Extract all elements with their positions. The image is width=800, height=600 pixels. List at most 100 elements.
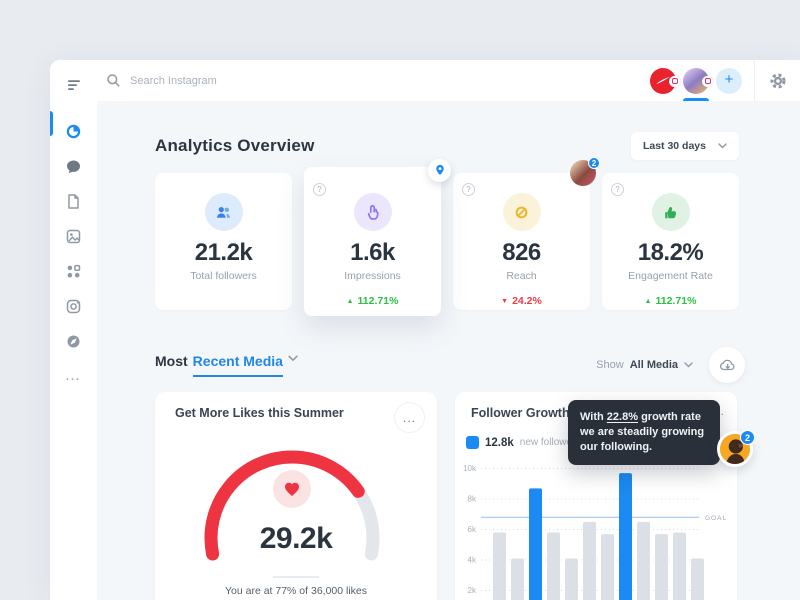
svg-text:2k: 2k	[468, 586, 477, 595]
divider	[273, 576, 319, 578]
media-selector: Most Recent Media	[155, 353, 298, 377]
sidebar-item-more[interactable]: ...	[50, 359, 97, 394]
cloud-download-icon	[719, 358, 736, 372]
sidebar-item-explore[interactable]	[50, 324, 97, 359]
sidebar-item-posts[interactable]	[50, 184, 97, 219]
help-icon[interactable]: ?	[462, 183, 475, 196]
instagram-badge-icon	[669, 76, 680, 87]
account-avatar-profile[interactable]	[683, 68, 709, 94]
media-filter-select[interactable]: All Media	[630, 359, 678, 371]
notification-count-badge: 2	[740, 430, 755, 445]
follower-avatar[interactable]: 2	[717, 431, 753, 467]
help-icon[interactable]: ?	[313, 183, 326, 196]
hamburger-icon	[66, 77, 82, 93]
sidebar-item-comments[interactable]	[50, 149, 97, 184]
grid-icon	[65, 263, 82, 280]
sidebar-item-analytics[interactable]	[50, 114, 97, 149]
stat-label: Reach	[453, 270, 590, 282]
content-area: Analytics Overview Last 30 days	[97, 101, 800, 600]
likes-card-title: Get More Likes this Summer	[175, 406, 344, 420]
followers-icon	[205, 193, 243, 231]
bar-6	[601, 534, 614, 600]
stat-delta: ▲ 112.71%	[602, 295, 739, 307]
bar-1	[511, 558, 524, 600]
topbar-divider	[754, 60, 755, 101]
active-indicator	[50, 111, 53, 136]
camera-icon	[65, 298, 82, 315]
svg-text:4k: 4k	[468, 556, 477, 565]
bar-4	[565, 558, 578, 600]
up-arrow-icon: ▲	[645, 298, 652, 305]
bar-7	[619, 473, 632, 600]
topbar: +	[97, 60, 800, 101]
likes-gauge	[182, 433, 402, 600]
media-prefix: Most	[155, 353, 188, 369]
chevron-down-icon	[718, 143, 727, 149]
bar-2	[529, 488, 542, 600]
growth-tooltip: With 22.8% growth rate we are steadily g…	[568, 400, 720, 465]
stat-card-engagement[interactable]: ? 18.2% Engagement Rate ▲ 112.71%	[602, 173, 739, 310]
stat-delta: ▲ 112.71%	[304, 295, 441, 307]
bar-0	[493, 533, 506, 600]
engagement-icon	[652, 193, 690, 231]
stat-value: 826	[453, 239, 590, 267]
bar-8	[637, 522, 650, 600]
stat-card-total-followers[interactable]: 21.2k Total followers	[155, 173, 292, 310]
sidebar-item-apps[interactable]	[50, 254, 97, 289]
svg-text:8k: 8k	[468, 495, 477, 504]
show-label: Show	[596, 359, 624, 371]
notification-count-badge: 2	[588, 157, 600, 169]
stat-value: 18.2%	[602, 239, 739, 267]
date-range-select[interactable]: Last 30 days	[631, 132, 739, 160]
analytics-icon	[65, 123, 82, 140]
search-input[interactable]	[130, 75, 650, 87]
tooltip-text: With 22.8% growth rate we are steadily g…	[580, 410, 708, 455]
down-arrow-icon: ▼	[501, 298, 508, 305]
stat-label: Total followers	[155, 270, 292, 282]
sidebar-item-instagram[interactable]	[50, 289, 97, 324]
svg-text:6k: 6k	[468, 525, 477, 534]
help-icon[interactable]: ?	[611, 183, 624, 196]
account-avatar-nike[interactable]	[650, 68, 676, 94]
bar-9	[655, 534, 668, 600]
sidebar: ...	[50, 60, 97, 600]
chevron-down-icon[interactable]	[288, 355, 298, 362]
bar-10	[673, 533, 686, 600]
pin-icon	[434, 163, 446, 178]
add-account-button[interactable]: +	[716, 68, 742, 94]
svg-text:10k: 10k	[463, 464, 477, 473]
bar-11	[691, 558, 704, 600]
stat-value: 21.2k	[155, 239, 292, 267]
location-pin-badge[interactable]	[428, 159, 451, 182]
instagram-badge-icon	[702, 76, 713, 87]
likes-value: 29.2k	[155, 522, 437, 556]
sidebar-item-media[interactable]	[50, 219, 97, 254]
stat-cards-row: 21.2k Total followers ?	[155, 173, 739, 316]
ellipsis-icon: ...	[66, 371, 81, 383]
app-window: ... +	[50, 60, 800, 600]
stat-label: Impressions	[304, 270, 441, 282]
menu-toggle-button[interactable]	[50, 70, 97, 100]
stat-card-impressions[interactable]: ? 1.6k Impressions	[304, 167, 441, 316]
media-selected-option[interactable]: Recent Media	[193, 353, 283, 377]
stat-delta: ▼ 24.2%	[453, 295, 590, 307]
cloud-download-button[interactable]	[709, 347, 745, 383]
stat-label: Engagement Rate	[602, 270, 739, 282]
chevron-down-icon[interactable]	[684, 362, 693, 368]
settings-gear-icon[interactable]	[769, 72, 787, 90]
comment-icon	[65, 158, 82, 175]
stat-card-reach[interactable]: ? 2 826 Reach ▼	[453, 173, 590, 310]
likes-goal-card: Get More Likes this Summer ... 29.2k You…	[155, 392, 437, 600]
follower-growth-chart[interactable]: 2k 4k 6k 8k 10k GOAL	[455, 447, 737, 600]
photo-icon	[65, 228, 82, 245]
growth-card-title: Follower Growth	[471, 406, 570, 420]
likes-caption: You are at 77% of 36,000 likes	[155, 585, 437, 597]
document-icon	[65, 193, 82, 210]
bar-5	[583, 522, 596, 600]
more-options-button[interactable]: ...	[394, 402, 425, 433]
bar-3	[547, 533, 560, 600]
compass-icon	[65, 333, 82, 350]
notification-avatar[interactable]: 2	[570, 160, 596, 186]
svg-text:GOAL: GOAL	[705, 515, 727, 522]
impressions-icon	[354, 193, 392, 231]
